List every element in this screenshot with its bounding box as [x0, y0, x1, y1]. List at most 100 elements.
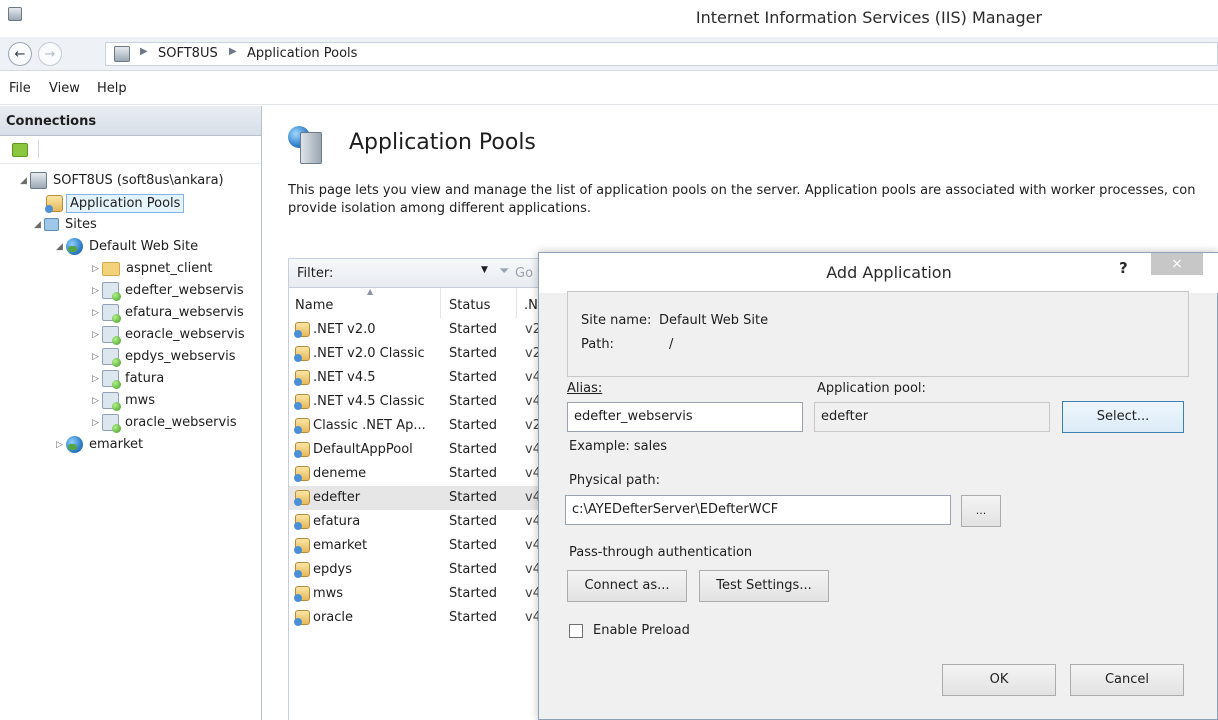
- expand-arrow-icon[interactable]: ▷: [92, 396, 102, 406]
- column-header-name[interactable]: Name ▲: [289, 287, 441, 318]
- tree-node-oracle-webservis[interactable]: ▷ oracle_webservis: [0, 414, 261, 436]
- connect-as-button[interactable]: Connect as...: [567, 570, 687, 602]
- pool-name: emarket: [294, 538, 367, 554]
- pool-name: edefter: [294, 490, 360, 506]
- breadcrumb-application-pools[interactable]: Application Pools: [247, 46, 357, 61]
- back-button[interactable]: ←: [8, 42, 32, 66]
- collapse-arrow-icon[interactable]: ◢: [20, 176, 30, 186]
- server-icon: [30, 172, 47, 189]
- globe-icon: [66, 238, 83, 255]
- funnel-icon[interactable]: ⏷: [499, 264, 509, 279]
- connections-tree: ◢ SOFT8US (soft8us\ankara) Application Po…: [0, 172, 261, 458]
- menu-file[interactable]: File: [9, 81, 31, 96]
- pool-rows: .NET v2.0 Started v2 .NET v2.0 Classic Start…: [289, 318, 544, 720]
- table-row[interactable]: edefter Started v4: [289, 486, 544, 510]
- pools-list: Name ▲ Status .N .NET v2.0 Started v2 .NET …: [288, 287, 544, 720]
- menu-bar: File View Help: [0, 71, 1218, 105]
- collapse-arrow-icon[interactable]: ◢: [56, 242, 66, 252]
- application-pool-label: Application pool:: [817, 381, 926, 396]
- tree-node-edefter-webservis[interactable]: ▷ edefter_webservis: [0, 282, 261, 304]
- ok-button[interactable]: OK: [942, 664, 1056, 696]
- enable-preload-checkbox[interactable]: [569, 624, 583, 638]
- application-pool-icon: [294, 370, 310, 386]
- expand-arrow-icon[interactable]: ▷: [92, 418, 102, 428]
- table-row[interactable]: .NET v4.5 Started v4: [289, 366, 544, 390]
- select-button[interactable]: Select...: [1062, 401, 1184, 433]
- tree-node-eoracle-webservis[interactable]: ▷ eoracle_webservis: [0, 326, 261, 348]
- pool-name: epdys: [294, 562, 352, 578]
- collapse-arrow-icon[interactable]: ◢: [34, 220, 44, 230]
- application-pool-icon: [294, 346, 310, 362]
- table-row[interactable]: Classic .NET Ap... Started v2: [289, 414, 544, 438]
- table-row[interactable]: mws Started v4: [289, 582, 544, 606]
- application-pool-icon: [294, 514, 310, 530]
- web-application-icon: [102, 348, 121, 367]
- physical-path-input[interactable]: c:\AYEDefterServer\EDefterWCF: [565, 495, 951, 525]
- expand-arrow-icon[interactable]: ▷: [92, 286, 102, 296]
- table-row[interactable]: emarket Started v4: [289, 534, 544, 558]
- column-header-status[interactable]: Status: [441, 288, 517, 318]
- tree-node-server[interactable]: ◢ SOFT8US (soft8us\ankara): [0, 172, 261, 194]
- tree-node-default-web-site[interactable]: ◢ Default Web Site: [0, 238, 261, 260]
- web-application-icon: [102, 414, 121, 433]
- menu-view[interactable]: View: [49, 81, 80, 96]
- tree-node-application-pools[interactable]: Application Pools: [0, 194, 261, 216]
- table-row[interactable]: deneme Started v4: [289, 462, 544, 486]
- breadcrumb[interactable]: ▶ SOFT8US ▶ Application Pools: [105, 42, 1218, 66]
- pool-status: Started: [449, 418, 498, 433]
- tree-node-mws[interactable]: ▷ mws: [0, 392, 261, 414]
- table-row[interactable]: efatura Started v4: [289, 510, 544, 534]
- expand-arrow-icon[interactable]: ▷: [56, 440, 66, 450]
- table-row[interactable]: epdys Started v4: [289, 558, 544, 582]
- filter-input[interactable]: [345, 263, 473, 283]
- table-row[interactable]: DefaultAppPool Started v4: [289, 438, 544, 462]
- application-pool-icon: [294, 538, 310, 554]
- title-bar: Internet Information Services (IIS) Mana…: [0, 0, 1218, 37]
- application-pool-icon: [294, 490, 310, 506]
- expand-arrow-icon[interactable]: ▷: [92, 308, 102, 318]
- filter-dropdown-icon[interactable]: ▼: [481, 265, 488, 275]
- pool-status: Started: [449, 442, 498, 457]
- go-button[interactable]: Go: [515, 266, 533, 281]
- pool-status: Started: [449, 538, 498, 553]
- pool-status: Started: [449, 370, 498, 385]
- tree-node-sites[interactable]: ◢ Sites: [0, 216, 261, 238]
- table-row[interactable]: .NET v2.0 Started v2: [289, 318, 544, 342]
- browse-button[interactable]: ...: [961, 495, 1001, 527]
- pool-name: mws: [294, 586, 343, 602]
- web-application-icon: [102, 304, 121, 323]
- help-button[interactable]: ?: [1119, 259, 1128, 277]
- table-row[interactable]: .NET v2.0 Classic Started v2: [289, 342, 544, 366]
- close-button[interactable]: ×: [1151, 253, 1203, 275]
- expand-arrow-icon[interactable]: ▷: [92, 264, 102, 274]
- application-pool-icon: [294, 442, 310, 458]
- pool-name: .NET v2.0: [294, 322, 376, 338]
- pool-status: Started: [449, 322, 498, 337]
- filter-label: Filter:: [297, 266, 334, 281]
- expand-arrow-icon[interactable]: ▷: [92, 352, 102, 362]
- breadcrumb-separator-icon: ▶: [229, 46, 237, 57]
- tree-node-fatura[interactable]: ▷ fatura: [0, 370, 261, 392]
- alias-input[interactable]: edefter_webservis: [567, 402, 803, 432]
- expand-arrow-icon[interactable]: ▷: [92, 330, 102, 340]
- tree-node-emarket[interactable]: ▷ emarket: [0, 436, 261, 458]
- menu-help[interactable]: Help: [97, 81, 127, 96]
- pool-name: Classic .NET Ap...: [294, 418, 426, 434]
- table-row[interactable]: .NET v4.5 Classic Started v4: [289, 390, 544, 414]
- table-row[interactable]: oracle Started v4: [289, 606, 544, 630]
- tree-node-epdys-webservis[interactable]: ▷ epdys_webservis: [0, 348, 261, 370]
- tree-node-aspnet-client[interactable]: ▷ aspnet_client: [0, 260, 261, 282]
- filter-bar: Filter: ▼ ⏷ Go: [288, 258, 568, 288]
- dialog-title: Add Application: [826, 263, 952, 282]
- dialog-title-bar: Add Application ? ×: [539, 253, 1218, 293]
- site-name-label: Site name:: [581, 313, 652, 328]
- cancel-button[interactable]: Cancel: [1070, 664, 1184, 696]
- test-settings-button[interactable]: Test Settings...: [699, 570, 829, 602]
- connections-panel: Connections ◢ SOFT8US (soft8us\ankara) Ap…: [0, 106, 262, 720]
- breadcrumb-server[interactable]: SOFT8US: [158, 46, 218, 61]
- expand-arrow-icon[interactable]: ▷: [92, 374, 102, 384]
- forward-button[interactable]: →: [38, 42, 62, 66]
- tree-node-efatura-webservis[interactable]: ▷ efatura_webservis: [0, 304, 261, 326]
- create-connection-icon[interactable]: [12, 142, 28, 157]
- globe-icon: [66, 436, 83, 453]
